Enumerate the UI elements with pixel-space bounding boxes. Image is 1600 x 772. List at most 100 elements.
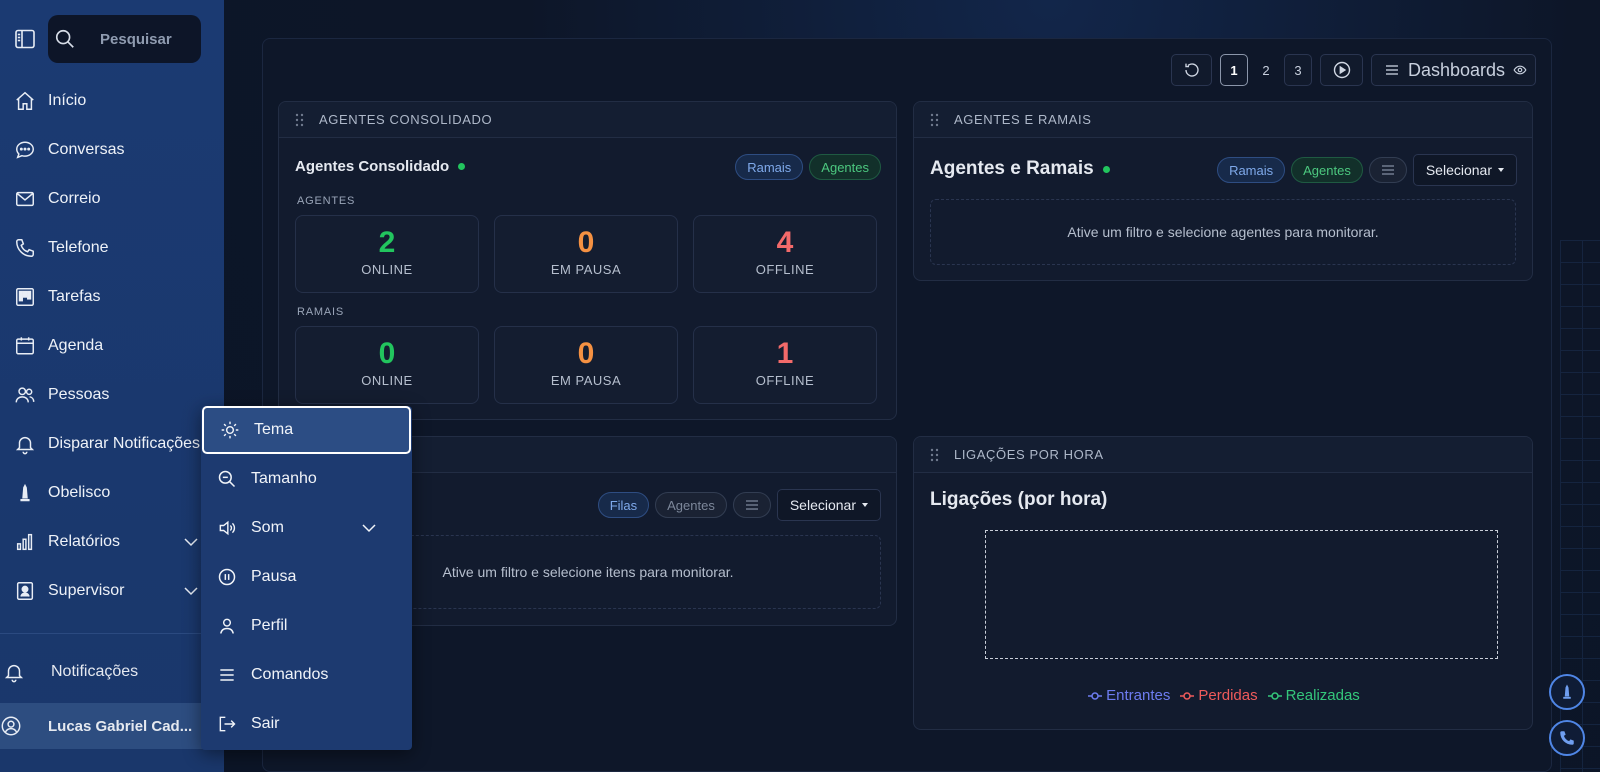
sidebar-item-relatorios[interactable]: Relatórios — [0, 517, 224, 566]
menu-item-perfil[interactable]: Perfil — [201, 602, 412, 650]
page-button-1[interactable]: 1 — [1220, 54, 1248, 86]
caret-down-icon — [862, 503, 868, 507]
empty-state-text: Ative um filtro e selecione agentes para… — [1067, 224, 1379, 240]
empty-state: Ative um filtro e selecione agentes para… — [930, 199, 1516, 265]
menu-lines-icon — [217, 665, 237, 685]
stat-value: 0 — [378, 337, 396, 370]
sidebar-item-pessoas[interactable]: Pessoas — [0, 370, 224, 419]
select-label: Selecionar — [1425, 162, 1492, 178]
drag-handle-icon[interactable] — [930, 113, 940, 127]
stat-agentes-online: 2 ONLINE — [295, 215, 479, 293]
chevron-down-icon[interactable] — [182, 582, 200, 600]
list-view-button[interactable] — [732, 492, 771, 518]
sidebar-item-conversas[interactable]: Conversas — [0, 125, 224, 174]
panel-header-title: LIGAÇÕES POR HORA — [954, 447, 1104, 462]
selecionar-dropdown[interactable]: Selecionar — [776, 489, 881, 521]
sidebar-item-label: Telefone — [48, 238, 109, 256]
drag-handle-icon[interactable] — [930, 448, 940, 462]
panel-header: AGENTES E RAMAIS — [914, 102, 1532, 138]
pause-circle-icon — [217, 567, 237, 587]
menu-item-tema[interactable]: Tema — [202, 406, 411, 454]
panel-title: Ligações (por hora) — [930, 489, 1108, 510]
sidebar-item-supervisor[interactable]: Supervisor — [0, 566, 224, 615]
chat-icon — [14, 139, 36, 161]
sun-icon — [220, 420, 240, 440]
legend-item-perdidas[interactable]: Perdidas — [1180, 687, 1258, 704]
menu-item-comandos[interactable]: Comandos — [201, 651, 412, 699]
logout-icon — [217, 714, 237, 734]
sidebar-item-label: Supervisor — [48, 581, 125, 599]
menu-item-tamanho[interactable]: Tamanho — [201, 455, 412, 503]
panel-header-title: AGENTES E RAMAIS — [954, 112, 1092, 127]
sidebar-item-disparar-notificacoes[interactable]: Disparar Notificações — [0, 419, 224, 468]
filter-agentes-pill[interactable]: Agentes — [809, 154, 881, 180]
chevron-down-icon[interactable] — [360, 519, 378, 537]
status-dot — [1102, 165, 1110, 173]
sidebar-item-tarefas[interactable]: Tarefas — [0, 272, 224, 321]
menu-item-label: Som — [251, 519, 284, 536]
legend-item-entrantes[interactable]: Entrantes — [1088, 687, 1170, 704]
legend-marker-icon — [1267, 691, 1282, 701]
menu-item-label: Sair — [251, 715, 280, 732]
sidebar-item-label: Início — [48, 91, 87, 109]
caret-down-icon — [1498, 168, 1504, 172]
user-profile-item[interactable]: Lucas Gabriel Cad... — [0, 703, 204, 749]
play-circle-icon — [1332, 60, 1352, 80]
menu-lines-icon — [1384, 62, 1400, 78]
filter-filas-pill[interactable]: Filas — [597, 492, 650, 518]
sidebar-item-label: Relatórios — [48, 532, 121, 550]
sidebar-item-notificacoes[interactable]: Notificações — [0, 648, 200, 696]
id-badge-icon — [14, 580, 36, 602]
sidebar-item-label: Tarefas — [48, 287, 101, 305]
menu-item-label: Comandos — [251, 666, 329, 683]
sidebar-item-agenda[interactable]: Agenda — [0, 321, 224, 370]
filter-ramais-pill[interactable]: Ramais — [735, 154, 804, 180]
sidebar-item-correio[interactable]: Correio — [0, 174, 224, 223]
legend-item-realizadas[interactable]: Realizadas — [1267, 687, 1360, 704]
panel-header-title: AGENTES CONSOLIDADO — [319, 112, 493, 127]
refresh-button[interactable] — [1171, 54, 1212, 86]
user-circle-icon — [0, 715, 22, 737]
sidebar-item-telefone[interactable]: Telefone — [0, 223, 224, 272]
stat-label: OFFLINE — [755, 262, 815, 277]
panel-title-row: Agentes Consolidado — [295, 158, 466, 175]
kanban-icon — [14, 286, 36, 308]
phone-fab-button[interactable] — [1549, 720, 1585, 756]
list-view-button[interactable] — [1368, 157, 1407, 183]
panel-title: Agentes Consolidado — [295, 158, 450, 175]
user-icon — [217, 616, 237, 636]
sidebar-item-obelisco[interactable]: Obelisco — [0, 468, 224, 517]
panel-title-row: Agentes e Ramais — [930, 158, 1110, 180]
filter-ramais-pill[interactable]: Ramais — [1217, 157, 1286, 183]
obelisk-fab-button[interactable] — [1549, 674, 1585, 710]
status-dot — [458, 163, 466, 170]
filter-agentes-pill[interactable]: Agentes — [655, 492, 727, 518]
panel-controls: Filas Agentes Selecionar — [597, 489, 881, 521]
sidebar-item-inicio[interactable]: Início — [0, 76, 224, 125]
page-button-3[interactable]: 3 — [1284, 54, 1312, 86]
filter-agentes-pill[interactable]: Agentes — [1291, 157, 1363, 183]
selecionar-dropdown[interactable]: Selecionar — [1412, 154, 1517, 186]
panel-header: LIGAÇÕES POR HORA — [914, 437, 1532, 473]
menu-item-som[interactable]: Som — [201, 504, 412, 552]
search-box[interactable] — [48, 15, 201, 63]
stat-value: 2 — [378, 226, 396, 259]
play-button[interactable] — [1320, 54, 1363, 86]
drag-handle-icon[interactable] — [295, 113, 305, 127]
empty-state-text: Ative um filtro e selecione itens para m… — [442, 564, 734, 580]
user-popup-menu: Tema Tamanho Som Pausa Perfil Comandos S… — [201, 406, 412, 750]
sidebar-toggle-icon[interactable] — [13, 27, 37, 51]
sidebar-nav: Início Conversas Correio Telefone Tarefa… — [0, 76, 224, 615]
stat-agentes-em-pausa: 0 EM PAUSA — [494, 215, 678, 293]
menu-item-pausa[interactable]: Pausa — [201, 553, 412, 601]
menu-item-label: Tema — [254, 421, 294, 438]
chevron-down-icon[interactable] — [182, 533, 200, 551]
menu-item-sair[interactable]: Sair — [201, 700, 412, 748]
stat-ramais-em-pausa: 0 EM PAUSA — [494, 326, 678, 404]
page-button-2[interactable]: 2 — [1252, 54, 1280, 86]
dashboards-button[interactable]: Dashboards — [1371, 54, 1536, 86]
search-input[interactable] — [100, 30, 180, 48]
zoom-out-icon — [217, 469, 237, 489]
panel-ligacoes-por-hora: LIGAÇÕES POR HORA Ligações (por hora) En… — [913, 436, 1533, 730]
legend-marker-icon — [1180, 691, 1195, 701]
